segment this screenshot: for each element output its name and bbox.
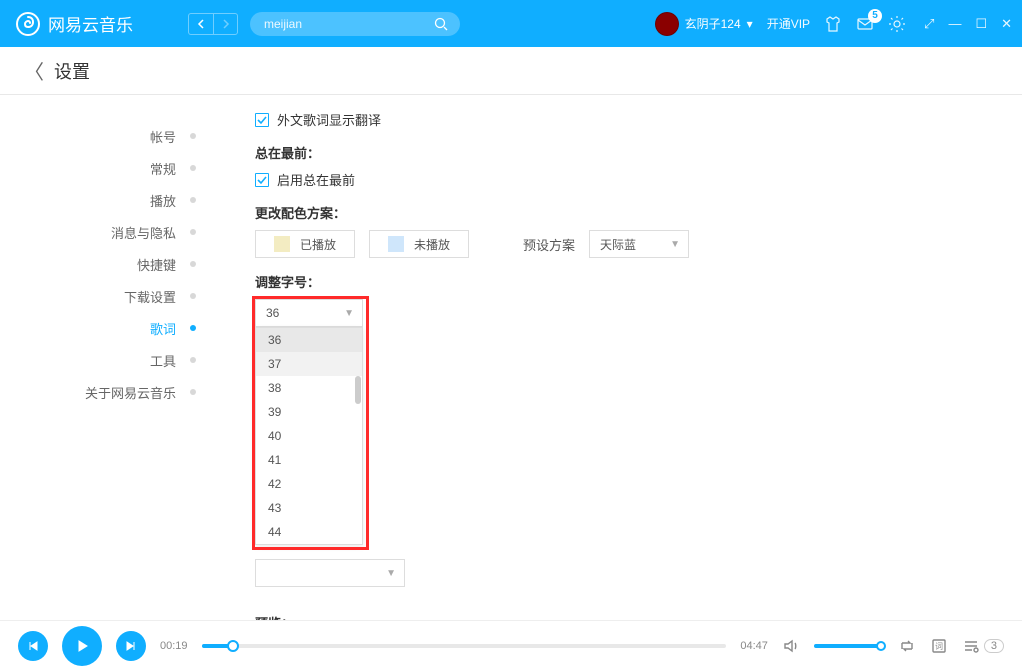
sidenav-account[interactable]: 帐号: [0, 120, 210, 152]
chevron-left-icon: [197, 19, 205, 29]
volume-icon[interactable]: [782, 637, 800, 655]
app-logo: 网易云音乐: [16, 11, 133, 36]
mail-badge: 5: [868, 9, 882, 23]
volume-slider[interactable]: [814, 644, 884, 648]
caret-down-icon: ▼: [344, 308, 354, 319]
preset-select[interactable]: 天际蓝 ▼: [589, 230, 689, 258]
progress-slider[interactable]: [202, 644, 727, 648]
sidenav-lyrics[interactable]: 歌词: [0, 312, 210, 344]
fontsize-title: 调整字号：: [255, 272, 1022, 291]
fontsize-option[interactable]: 40: [256, 424, 362, 448]
mail-button[interactable]: 5: [856, 15, 874, 33]
swatch-played[interactable]: 已播放: [255, 230, 355, 258]
shirt-icon: [824, 15, 842, 33]
time-total: 04:47: [740, 640, 768, 652]
fontsize-block: 36 ▼ 36 37 38 39 40 41 42 43 44: [255, 299, 365, 327]
queue-count: 3: [984, 639, 1004, 653]
player-bar: 00:19 04:47 词 3: [0, 620, 1022, 670]
fontsize-option[interactable]: 43: [256, 496, 362, 520]
swatch-unplayed-color: [388, 236, 404, 252]
lyrics-icon[interactable]: 词: [930, 637, 948, 655]
caret-down-icon: ▼: [670, 239, 680, 250]
nav-forward-button[interactable]: [213, 13, 238, 35]
theme-title: 更改配色方案：: [255, 203, 1022, 222]
sidenav-download[interactable]: 下载设置: [0, 280, 210, 312]
caret-down-icon: ▼: [386, 568, 396, 579]
fontsize-option[interactable]: 37: [256, 352, 362, 376]
preset-label: 预设方案: [523, 235, 575, 254]
gear-icon: [888, 15, 906, 33]
sidenav-general[interactable]: 常规: [0, 152, 210, 184]
caret-down-icon: ▾: [747, 17, 753, 31]
always-top-checkbox[interactable]: 启用总在最前: [255, 170, 1022, 189]
dropdown-scrollbar[interactable]: [355, 376, 361, 404]
user-block[interactable]: 玄阴子124 ▾: [655, 12, 753, 36]
page-title: 设置: [54, 58, 90, 84]
minimize-button[interactable]: —: [948, 16, 961, 32]
avatar[interactable]: [655, 12, 679, 36]
search-input[interactable]: [264, 17, 434, 31]
app-name: 网易云音乐: [48, 11, 133, 36]
check-icon: [257, 115, 267, 125]
chevron-right-icon: [222, 19, 230, 29]
nav-buttons: [188, 13, 238, 35]
sidenav-about[interactable]: 关于网易云音乐: [0, 376, 210, 408]
prev-icon: [27, 640, 39, 652]
time-elapsed: 00:19: [160, 640, 188, 652]
translate-lyrics-checkbox[interactable]: 外文歌词显示翻译: [255, 110, 1022, 129]
fontsize-option[interactable]: 44: [256, 520, 362, 544]
svg-text:词: 词: [935, 642, 943, 651]
play-icon: [74, 638, 90, 654]
playlist-button[interactable]: 3: [962, 637, 1004, 655]
maximize-button[interactable]: ☐: [975, 16, 987, 32]
fontsize-option[interactable]: 39: [256, 400, 362, 424]
sidenav-shortcut[interactable]: 快捷键: [0, 248, 210, 280]
sidenav-tools[interactable]: 工具: [0, 344, 210, 376]
open-vip-button[interactable]: 开通VIP: [767, 15, 810, 32]
fontsize-select[interactable]: 36 ▼: [255, 299, 363, 327]
always-top-title: 总在最前：: [255, 143, 1022, 162]
fontsize-option[interactable]: 38: [256, 376, 362, 400]
swatch-played-color: [274, 236, 290, 252]
sidenav-privacy[interactable]: 消息与隐私: [0, 216, 210, 248]
skin-button[interactable]: [824, 15, 842, 33]
next-icon: [125, 640, 137, 652]
nav-back-button[interactable]: [188, 13, 213, 35]
next-button[interactable]: [116, 631, 146, 661]
back-chevron[interactable]: 〈: [24, 56, 44, 85]
search-icon: [434, 17, 448, 31]
username: 玄阴子124: [685, 15, 741, 32]
fontsize-option[interactable]: 42: [256, 472, 362, 496]
fontsize-option[interactable]: 36: [256, 328, 362, 352]
play-button[interactable]: [62, 626, 102, 666]
fontsize-dropdown[interactable]: 36 37 38 39 40 41 42 43 44: [255, 327, 363, 545]
playlist-icon: [962, 637, 980, 655]
prev-button[interactable]: [18, 631, 48, 661]
check-icon: [257, 175, 267, 185]
window-controls: ⤢ — ☐ ✕: [924, 16, 1012, 32]
logo-icon: [16, 12, 40, 36]
sidenav-playback[interactable]: 播放: [0, 184, 210, 216]
settings-sidenav: 帐号 常规 播放 消息与隐私 快捷键 下载设置 歌词 工具 关于网易云音乐: [0, 95, 210, 620]
settings-content: 外文歌词显示翻译 总在最前： 启用总在最前 更改配色方案： 已播放 未播放 预设…: [210, 95, 1022, 620]
close-button[interactable]: ✕: [1001, 16, 1012, 32]
settings-button[interactable]: [888, 15, 906, 33]
secondary-select[interactable]: ▼: [255, 559, 405, 587]
swatch-unplayed[interactable]: 未播放: [369, 230, 469, 258]
mini-mode-button[interactable]: ⤢: [924, 16, 934, 32]
fontsize-option[interactable]: 41: [256, 448, 362, 472]
search-box[interactable]: [250, 12, 460, 36]
page-header: 〈 设置: [0, 47, 1022, 95]
loop-icon[interactable]: [898, 637, 916, 655]
title-bar: 网易云音乐 玄阴子124 ▾ 开通VIP 5 ⤢ — ☐ ✕: [0, 0, 1022, 47]
